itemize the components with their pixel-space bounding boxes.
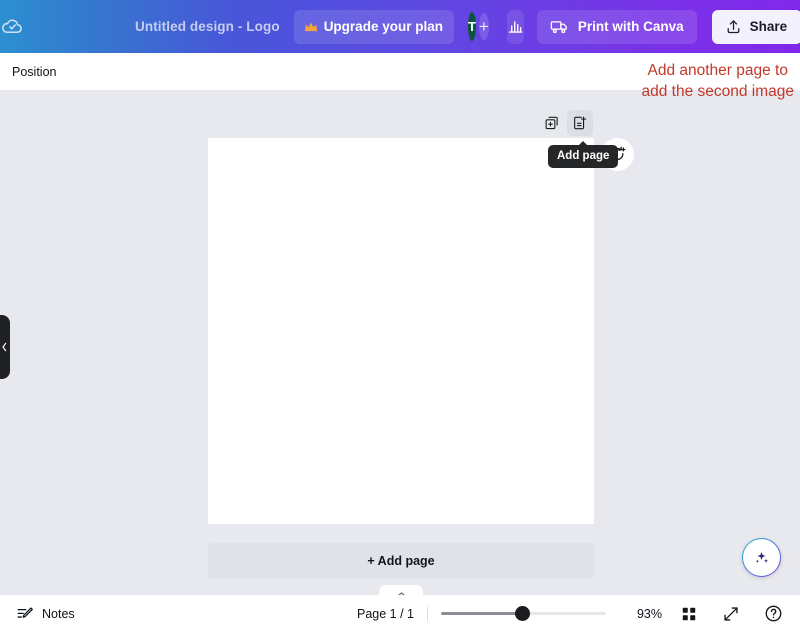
zoom-level-label[interactable]: 93% xyxy=(628,607,662,621)
upload-arrow-icon xyxy=(725,18,742,35)
add-collaborator-button[interactable]: + xyxy=(478,13,489,40)
zoom-slider-fill xyxy=(441,612,526,615)
grid-view-button[interactable] xyxy=(674,599,704,629)
grid-view-icon xyxy=(681,606,697,622)
add-page-wide-button[interactable]: + Add page xyxy=(208,543,594,579)
bottom-status-bar: Notes Page 1 / 1 93% xyxy=(0,595,800,632)
add-page-tooltip: Add page xyxy=(548,141,619,168)
upgrade-plan-button[interactable]: Upgrade your plan xyxy=(293,9,454,44)
fullscreen-button[interactable] xyxy=(716,599,746,629)
print-with-canva-label: Print with Canva xyxy=(577,19,684,34)
help-question-icon xyxy=(765,605,781,622)
bar-chart-icon xyxy=(507,18,524,35)
insights-button[interactable] xyxy=(506,9,524,44)
page-indicator[interactable]: Page 1 / 1 xyxy=(357,606,428,621)
chevron-left-icon xyxy=(1,342,8,352)
bottom-bar-right-group: Page 1 / 1 93% xyxy=(357,595,800,632)
add-page-icon xyxy=(572,115,588,131)
design-title[interactable]: Untitled design - Logo xyxy=(135,19,280,34)
avatar-initial: T xyxy=(467,19,476,34)
sparkles-icon xyxy=(751,547,772,568)
share-label: Share xyxy=(749,19,788,34)
sidebar-collapse-tab[interactable] xyxy=(0,315,10,379)
annotation-line-2: add the second image xyxy=(641,83,794,100)
help-button[interactable] xyxy=(758,599,788,629)
annotation-callout: Add another page to add the second image xyxy=(641,60,794,102)
duplicate-page-icon xyxy=(544,115,560,131)
magic-studio-button[interactable] xyxy=(742,538,781,577)
notes-button[interactable]: Notes xyxy=(16,605,75,623)
notes-label: Notes xyxy=(42,606,75,621)
annotation-line-1: Add another page to xyxy=(647,62,788,79)
expand-diagonal-icon xyxy=(724,606,738,621)
delivery-truck-icon xyxy=(550,18,569,35)
crown-icon xyxy=(304,21,318,33)
duplicate-page-button[interactable] xyxy=(539,110,565,136)
notes-pencil-icon xyxy=(16,605,34,623)
top-navigation-bar: Untitled design - Logo Upgrade your plan… xyxy=(0,0,800,53)
canva-editor-window: Untitled design - Logo Upgrade your plan… xyxy=(0,0,800,632)
zoom-slider-knob[interactable] xyxy=(515,606,531,621)
add-page-button[interactable] xyxy=(567,110,593,136)
share-button[interactable]: Share xyxy=(711,9,800,44)
design-page-canvas[interactable] xyxy=(208,138,594,524)
page-tools xyxy=(539,110,593,136)
upgrade-plan-label: Upgrade your plan xyxy=(323,19,443,34)
editor-stage: Add another page to add the second image xyxy=(0,62,800,599)
add-collaborator-label: + xyxy=(478,16,489,36)
position-button[interactable]: Position xyxy=(12,65,56,79)
avatar[interactable]: T xyxy=(467,12,476,41)
print-with-canva-button[interactable]: Print with Canva xyxy=(536,9,697,44)
canva-cloud-logo-icon[interactable] xyxy=(0,0,25,53)
zoom-slider[interactable] xyxy=(441,595,606,632)
